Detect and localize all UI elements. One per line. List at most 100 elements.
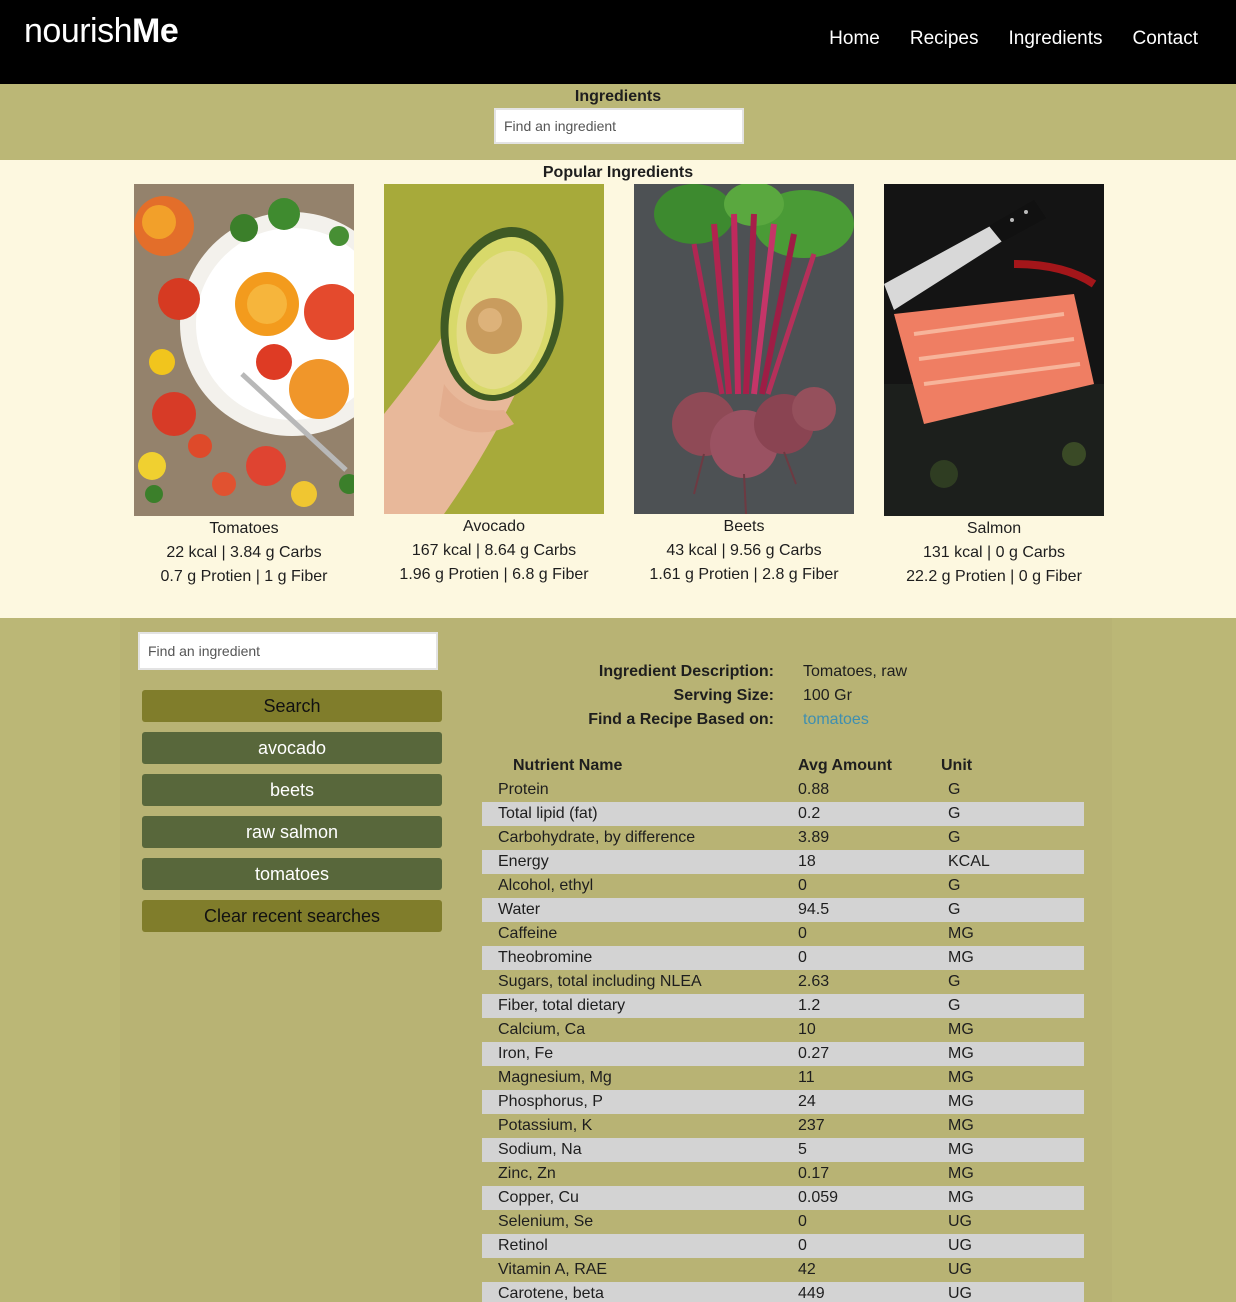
popular-ingredients: Popular Ingredients Tomatoes 22 kcal | 3… — [0, 160, 1236, 618]
avg-amount-cell: 18 — [798, 853, 816, 870]
ingredient-name: Salmon — [966, 520, 1022, 537]
search-button[interactable]: Search — [142, 690, 442, 722]
unit-cell: G — [948, 781, 961, 798]
ingredient-protein-fiber: 1.96 g Protien | 6.8 g Fiber — [399, 566, 589, 583]
ingredient-protein-fiber: 22.2 g Protien | 0 g Fiber — [906, 568, 1082, 585]
unit-cell: G — [948, 997, 961, 1014]
avg-amount-cell: 10 — [798, 1021, 816, 1038]
ingredient-protein-fiber: 0.7 g Protien | 1 g Fiber — [160, 568, 328, 585]
description-row: Ingredient Description: Tomatoes, raw — [480, 660, 1100, 684]
header-unit: Unit — [941, 757, 973, 774]
avg-amount-cell: 0.2 — [798, 805, 821, 822]
recent-search-beets[interactable]: beets — [142, 774, 442, 806]
serving-row: Serving Size: 100 Gr — [480, 684, 1100, 708]
band-title: Ingredients — [574, 88, 662, 105]
table-row: Energy 18 KCAL — [482, 850, 1084, 874]
unit-cell: MG — [948, 1093, 974, 1110]
nutrient-name-cell: Copper, Cu — [498, 1189, 579, 1206]
avg-amount-cell: 94.5 — [798, 901, 830, 918]
nutrient-name-cell: Iron, Fe — [498, 1045, 554, 1062]
table-row: Sodium, Na 5 MG — [482, 1138, 1084, 1162]
popular-title: Popular Ingredients — [542, 164, 694, 181]
nav-ingredients[interactable]: Ingredients — [1009, 28, 1103, 50]
tomatoes-photo — [134, 184, 354, 516]
nutrient-name-cell: Magnesium, Mg — [498, 1069, 612, 1086]
avg-amount-cell: 24 — [798, 1093, 816, 1110]
unit-cell: MG — [948, 1021, 974, 1038]
unit-cell: MG — [948, 925, 974, 942]
header-avg-amount: Avg Amount — [798, 757, 892, 774]
nutrient-name-cell: Sodium, Na — [498, 1141, 582, 1158]
avg-amount-cell: 1.2 — [798, 997, 821, 1014]
nutrient-name-cell: Zinc, Zn — [498, 1165, 556, 1182]
ingredient-card-avocado[interactable]: Avocado 167 kcal | 8.64 g Carbs 1.96 g P… — [384, 184, 604, 584]
table-row: Fiber, total dietary 1.2 G — [482, 994, 1084, 1018]
unit-cell: UG — [948, 1261, 972, 1278]
header-nutrient-name: Nutrient Name — [513, 757, 623, 774]
table-row: Total lipid (fat) 0.2 G — [482, 802, 1084, 826]
table-row: Carbohydrate, by difference 3.89 G — [482, 826, 1084, 850]
ingredient-detail-panel: Search avocado beets raw salmon tomatoes… — [120, 618, 1112, 1302]
recent-search-tomatoes[interactable]: tomatoes — [142, 858, 442, 890]
table-row: Retinol 0 UG — [482, 1234, 1084, 1258]
table-row: Iron, Fe 0.27 MG — [482, 1042, 1084, 1066]
ingredient-search-input[interactable] — [494, 108, 744, 144]
avg-amount-cell: 0.17 — [798, 1165, 830, 1182]
nutrient-table: Nutrient Name Avg Amount Unit Protein 0.8… — [482, 754, 1084, 1302]
table-row: Carotene, beta 449 UG — [482, 1282, 1084, 1302]
ingredient-card-salmon[interactable]: Salmon 131 kcal | 0 g Carbs 22.2 g Proti… — [884, 184, 1104, 586]
ingredient-protein-fiber: 1.61 g Protien | 2.8 g Fiber — [649, 566, 839, 583]
nav-recipes[interactable]: Recipes — [910, 28, 979, 50]
nutrient-name-cell: Carbohydrate, by difference — [498, 829, 696, 846]
unit-cell: MG — [948, 1045, 974, 1062]
recent-search-raw-salmon[interactable]: raw salmon — [142, 816, 442, 848]
table-row: Phosphorus, P 24 MG — [482, 1090, 1084, 1114]
table-row: Magnesium, Mg 11 MG — [482, 1066, 1084, 1090]
nutrient-name-cell: Protein — [498, 781, 549, 798]
table-row: Copper, Cu 0.059 MG — [482, 1186, 1084, 1210]
clear-recent-searches-button[interactable]: Clear recent searches — [142, 900, 442, 932]
avg-amount-cell: 0.88 — [798, 781, 830, 798]
recipe-link-wrap: tomatoes — [803, 711, 869, 729]
avg-amount-cell: 3.89 — [798, 829, 830, 846]
table-row: Water 94.5 G — [482, 898, 1084, 922]
recipe-link[interactable]: tomatoes — [803, 711, 869, 728]
avg-amount-cell: 0.059 — [798, 1189, 839, 1206]
avg-amount-cell: 11 — [798, 1069, 815, 1086]
nutrient-name-cell: Phosphorus, P — [498, 1093, 603, 1110]
avg-amount-cell: 0 — [798, 1237, 807, 1254]
unit-cell: MG — [948, 949, 974, 966]
unit-cell: UG — [948, 1237, 972, 1254]
recipe-row: Find a Recipe Based on: tomatoes — [480, 708, 1100, 732]
ingredient-name: Tomatoes — [209, 520, 279, 537]
nutrient-name-cell: Total lipid (fat) — [498, 805, 598, 822]
table-row: Sugars, total including NLEA 2.63 G — [482, 970, 1084, 994]
nutrient-name-cell: Calcium, Ca — [498, 1021, 586, 1038]
table-row: Potassium, K 237 MG — [482, 1114, 1084, 1138]
description-label: Ingredient Description: — [598, 663, 774, 680]
recent-search-avocado[interactable]: avocado — [142, 732, 442, 764]
beets-photo — [634, 184, 854, 514]
avg-amount-cell: 0 — [798, 1213, 807, 1230]
nutrient-name-cell: Water — [498, 901, 541, 918]
unit-cell: G — [948, 901, 961, 918]
ingredient-kcal-carbs: 167 kcal | 8.64 g Carbs — [411, 542, 577, 559]
sidebar-search-input[interactable] — [138, 632, 438, 670]
unit-cell: MG — [948, 1189, 974, 1206]
unit-cell: MG — [948, 1069, 974, 1086]
nav-contact[interactable]: Contact — [1133, 28, 1198, 50]
unit-cell: UG — [948, 1285, 972, 1302]
ingredient-card-tomatoes[interactable]: Tomatoes 22 kcal | 3.84 g Carbs 0.7 g Pr… — [134, 184, 354, 586]
ingredient-meta: Ingredient Description: Tomatoes, raw Se… — [480, 660, 1100, 732]
brand-light: nourish — [24, 12, 133, 50]
unit-cell: G — [948, 829, 961, 846]
unit-cell: G — [948, 973, 961, 990]
nav-home[interactable]: Home — [829, 28, 880, 50]
nutrient-name-cell: Carotene, beta — [498, 1285, 604, 1302]
ingredient-card-beets[interactable]: Beets 43 kcal | 9.56 g Carbs 1.61 g Prot… — [634, 184, 854, 584]
unit-cell: UG — [948, 1213, 972, 1230]
table-row: Vitamin A, RAE 42 UG — [482, 1258, 1084, 1282]
table-row: Caffeine 0 MG — [482, 922, 1084, 946]
brand-logo[interactable]: nourishMe — [24, 12, 179, 51]
nutrient-name-cell: Energy — [498, 853, 549, 870]
